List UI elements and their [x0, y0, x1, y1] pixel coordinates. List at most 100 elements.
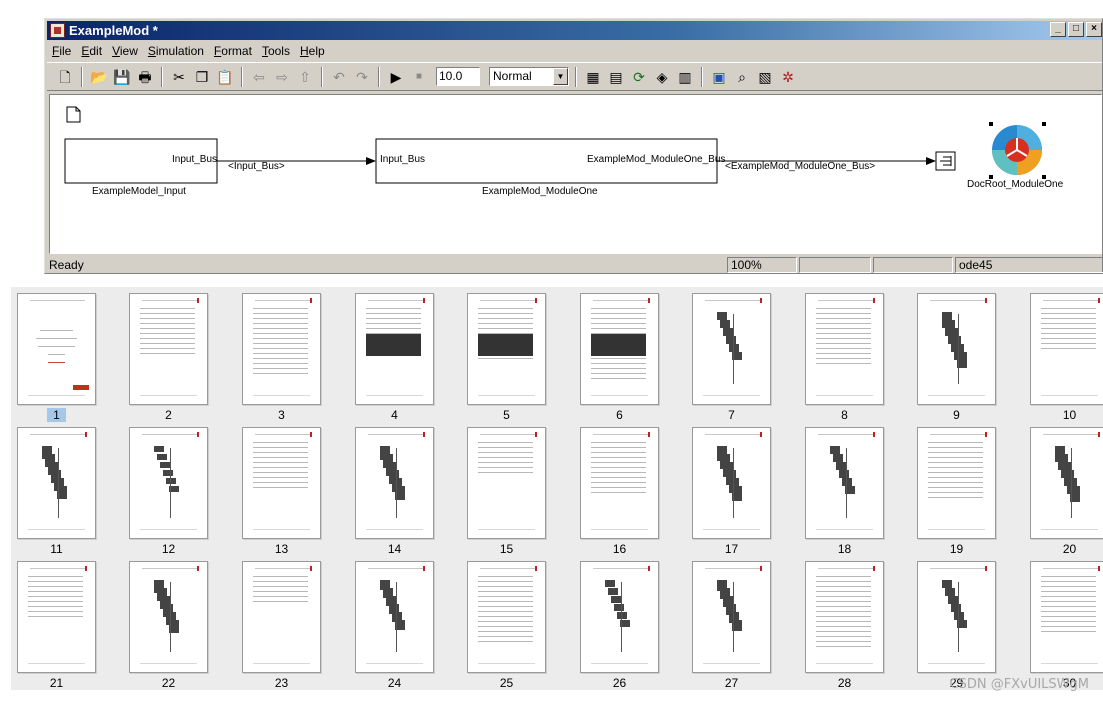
minimize-button[interactable]: _	[1050, 22, 1066, 37]
redo-icon[interactable]: ↷	[352, 67, 372, 87]
model-explorer-icon[interactable]: ▥	[675, 67, 695, 87]
open-icon[interactable]: 📂	[89, 67, 109, 87]
page-thumbnail[interactable]	[692, 293, 771, 405]
page-number: 16	[612, 542, 627, 556]
settings-icon[interactable]: ✲	[778, 67, 798, 87]
page-thumbnail[interactable]	[17, 293, 96, 405]
up-icon[interactable]: ⇧	[295, 67, 315, 87]
property-icon[interactable]: ▧	[755, 67, 775, 87]
page-thumbnail[interactable]	[917, 427, 996, 539]
library-browser-icon[interactable]: ◈	[652, 67, 672, 87]
page-thumbnail[interactable]	[242, 561, 321, 673]
toolbar: 🗋 📂 💾 🖶 ✂ ❐ 📋 ⇦ ⇨ ⇧ ↶ ↷ ▶ ■ 10.0 Normal …	[47, 62, 1102, 91]
signal-arrowhead	[926, 157, 936, 165]
page-thumbnail[interactable]	[355, 427, 434, 539]
page-thumbnail[interactable]	[17, 427, 96, 539]
menu-edit[interactable]: Edit	[76, 41, 107, 61]
page-thumbnail[interactable]	[1030, 293, 1103, 405]
chevron-down-icon[interactable]: ▼	[553, 68, 568, 85]
run-icon[interactable]: ▶	[386, 67, 406, 87]
page-number: 5	[503, 408, 510, 422]
back-icon[interactable]: ⇦	[249, 67, 269, 87]
page-thumbnail[interactable]	[467, 427, 546, 539]
page-thumbnail[interactable]	[355, 293, 434, 405]
stop-time-input[interactable]: 10.0	[436, 67, 480, 86]
page-thumbnail[interactable]	[355, 561, 434, 673]
page-number: 12	[161, 542, 176, 556]
undo-icon[interactable]: ↶	[329, 67, 349, 87]
page-number-label: 28	[805, 676, 884, 690]
page-number: 28	[837, 676, 852, 690]
status-text: Ready	[49, 258, 84, 272]
page-number: 15	[499, 542, 514, 556]
page-number: 2	[165, 408, 172, 422]
debugger-icon[interactable]: ▣	[709, 67, 729, 87]
page-thumbnail[interactable]	[1030, 561, 1103, 673]
menu-tools[interactable]: Tools	[257, 41, 295, 61]
maximize-button[interactable]: □	[1068, 22, 1084, 37]
page-thumbnail[interactable]	[242, 293, 321, 405]
build-icon[interactable]: ▦	[583, 67, 603, 87]
page-thumbnail[interactable]	[17, 561, 96, 673]
docroot-block-icon[interactable]	[989, 122, 1046, 179]
close-button[interactable]: ×	[1086, 22, 1102, 37]
forward-icon[interactable]: ⇨	[272, 67, 292, 87]
page-thumbnail[interactable]	[242, 427, 321, 539]
page-thumbnail[interactable]	[805, 427, 884, 539]
page-number-label: 11	[17, 542, 96, 556]
page-number: 24	[387, 676, 402, 690]
menu-help[interactable]: Help	[295, 41, 330, 61]
page-thumbnail[interactable]	[580, 427, 659, 539]
page-number: 7	[728, 408, 735, 422]
page-thumbnail[interactable]	[467, 293, 546, 405]
update-diagram-icon[interactable]: ▤	[606, 67, 626, 87]
page-number-label: 1	[17, 408, 96, 422]
toolbar-separator	[161, 66, 163, 87]
search-icon[interactable]: ⌕	[732, 67, 752, 87]
toolbar-separator	[701, 66, 703, 87]
page-thumbnail[interactable]	[692, 427, 771, 539]
menu-view[interactable]: View	[107, 41, 143, 61]
page-thumbnail[interactable]	[805, 561, 884, 673]
page-thumbnail[interactable]	[1030, 427, 1103, 539]
refresh-icon[interactable]: ⟳	[629, 67, 649, 87]
page-thumbnail[interactable]	[805, 293, 884, 405]
simulink-window: ExampleMod * _ □ × File Edit View Simula…	[44, 18, 1103, 274]
annotation-document-icon[interactable]	[66, 106, 81, 123]
title-bar[interactable]: ExampleMod * _ □ ×	[47, 21, 1102, 40]
page-thumbnail[interactable]	[917, 561, 996, 673]
save-icon[interactable]: 💾	[112, 67, 132, 87]
signal-label-module-bus: <ExampleMod_ModuleOne_Bus>	[725, 161, 876, 172]
page-number-label: 26	[580, 676, 659, 690]
menu-file[interactable]: File	[47, 41, 76, 61]
page-number: 10	[1062, 408, 1077, 422]
block-input-name: ExampleModel_Input	[92, 186, 186, 197]
copy-icon[interactable]: ❐	[192, 67, 212, 87]
status-bar: Ready 100% ode45	[47, 256, 1103, 274]
page-thumbnail[interactable]	[129, 293, 208, 405]
page-thumbnail[interactable]	[917, 293, 996, 405]
print-icon[interactable]: 🖶	[135, 67, 155, 87]
menu-format[interactable]: Format	[209, 41, 257, 61]
stop-icon[interactable]: ■	[409, 67, 429, 87]
menu-simulation[interactable]: Simulation	[143, 41, 209, 61]
page-thumbnail[interactable]	[580, 293, 659, 405]
page-thumbnail[interactable]	[129, 427, 208, 539]
simulation-mode-select[interactable]: Normal ▼	[489, 67, 569, 86]
bus-terminator-icon[interactable]	[935, 151, 956, 171]
page-number-label: 18	[805, 542, 884, 556]
page-number-label: 17	[692, 542, 771, 556]
model-canvas[interactable]: Input_Bus ExampleModel_Input <Input_Bus>…	[49, 94, 1102, 254]
page-number-label: 13	[242, 542, 321, 556]
page-thumbnail[interactable]	[129, 561, 208, 673]
paste-icon[interactable]: 📋	[215, 67, 235, 87]
page-thumbnail[interactable]	[580, 561, 659, 673]
page-thumbnail[interactable]	[467, 561, 546, 673]
page-thumbnail[interactable]	[692, 561, 771, 673]
page-number: 27	[724, 676, 739, 690]
page-number-label: 23	[242, 676, 321, 690]
page-number-label: 14	[355, 542, 434, 556]
cut-icon[interactable]: ✂	[169, 67, 189, 87]
page-number: 18	[837, 542, 852, 556]
new-icon[interactable]: 🗋	[55, 67, 75, 87]
